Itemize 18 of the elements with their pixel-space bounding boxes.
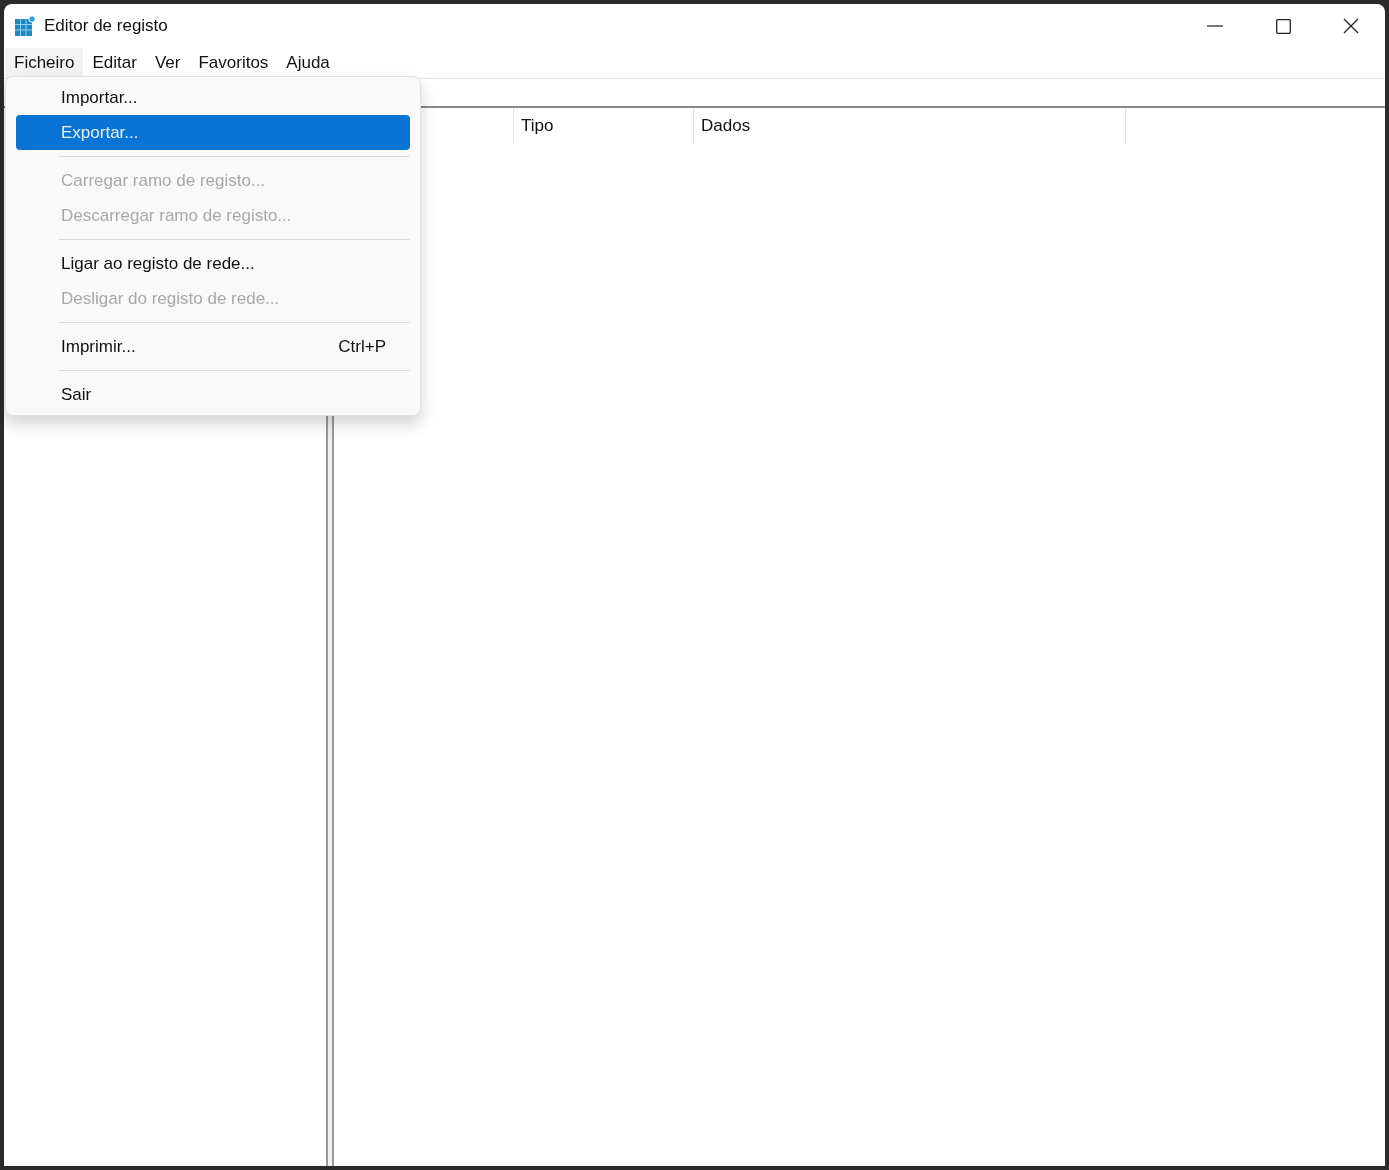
menu-bar-item[interactable]: Favoritos [189, 48, 278, 78]
menu-item[interactable]: Sair [16, 377, 410, 412]
window-title: Editor de registo [44, 15, 168, 38]
minimize-icon [1207, 25, 1223, 27]
menu-bar-item[interactable]: Ver [145, 48, 190, 78]
column-header[interactable]: Dados [694, 108, 1126, 144]
column-header[interactable]: Tipo [514, 108, 694, 144]
maximize-icon [1275, 18, 1291, 34]
close-icon [1343, 18, 1359, 34]
shortcut-label: Ctrl+P [338, 335, 386, 358]
menu-item[interactable]: Exportar... [16, 115, 410, 150]
menu-item[interactable]: Imprimir... Ctrl+P [16, 329, 410, 364]
menu-item[interactable]: Ligar ao registo de rede... [16, 246, 410, 281]
menu-bar-item[interactable]: Ficheiro [5, 48, 84, 78]
menu-bar-item[interactable]: Editar [83, 48, 146, 78]
menu-bar-item[interactable]: Ajuda [277, 48, 339, 78]
registry-app-icon [14, 15, 36, 37]
menu-item[interactable]: Importar... [16, 80, 410, 115]
